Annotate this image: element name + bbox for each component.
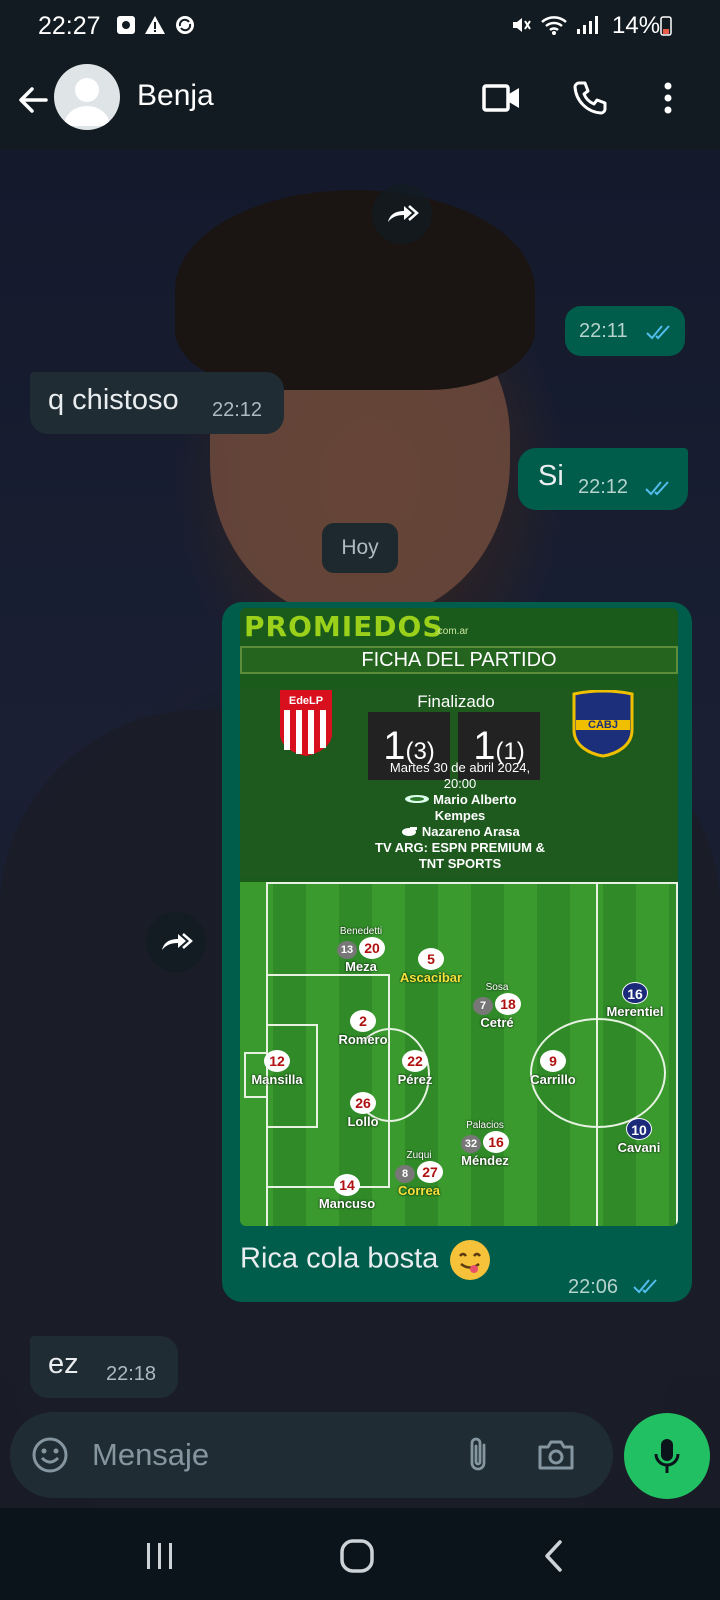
status-bar: 22:27 14% (0, 0, 720, 50)
player-cavani: 10 Cavani (594, 1118, 678, 1155)
player-merentiel: 16 Merentiel (590, 982, 678, 1019)
match-status: Finalizado (417, 692, 495, 711)
image-message[interactable]: PROMIEDOS .com.ar FICHA DEL PARTIDO EdeL… (222, 602, 692, 1302)
back-button[interactable] (530, 1532, 578, 1580)
tv-line1: TV ARG: ESPN PREMIUM & (375, 840, 545, 855)
video-call-button[interactable] (478, 74, 526, 122)
chat-header: Benja (0, 50, 720, 150)
home-button[interactable] (333, 1532, 381, 1580)
lineup-pitch: Benedetti 13 20 Meza 5 Ascacibar Sosa 7 18… (240, 882, 678, 1226)
message-outgoing[interactable]: 22:11 (565, 306, 685, 356)
yum-emoji-icon (450, 1240, 491, 1280)
message-time: 22:12 (578, 476, 629, 498)
battery-percent: 14% (612, 12, 661, 39)
tv-line2: TNT SPORTS (418, 856, 502, 871)
caption-text: Rica cola bosta (240, 1242, 439, 1275)
score-panel: EdeLP Finalizado 1(3) 1(1) CABJ Martes 3… (240, 688, 678, 878)
stadium-icon (404, 795, 429, 803)
emoji-icon (32, 1437, 68, 1473)
forward-icon (388, 205, 419, 222)
player-carrillo: 9 Carrillo (508, 1050, 598, 1087)
forward-icon (162, 933, 193, 950)
microphone-icon (654, 1439, 680, 1473)
recents-icon (147, 1543, 172, 1569)
promiedos-logo: PROMIEDOS (244, 610, 444, 643)
avatar[interactable] (54, 64, 120, 130)
camera-button[interactable] (532, 1431, 580, 1479)
phone-icon (573, 81, 607, 115)
mute-icon (513, 18, 531, 32)
voice-call-button[interactable] (566, 74, 614, 122)
player-cetre: Sosa 7 18 Cetré (452, 982, 542, 1030)
player-romero: 2 Romero (318, 1010, 408, 1047)
player-mansilla: 12 Mansilla (240, 1050, 322, 1087)
voice-record-button[interactable] (624, 1413, 710, 1499)
date-divider: Hoy (322, 523, 398, 573)
arrow-left-icon[interactable] (14, 80, 54, 120)
read-ticks-icon (646, 325, 670, 340)
status-time: 22:27 (38, 12, 101, 40)
wifi-icon (541, 16, 567, 35)
match-info: Martes 30 de abril 2024, 20:00 Mario Alb… (350, 760, 570, 872)
stadium-line1: Mario Alberto (350, 792, 570, 808)
video-camera-icon (482, 84, 519, 112)
whistle-icon (402, 827, 418, 836)
message-text: ez (48, 1348, 79, 1380)
message-time: 22:12 (212, 399, 263, 421)
match-sheet-title: FICHA DEL PARTIDO (240, 646, 678, 674)
sync-icon (176, 16, 194, 34)
warning-icon (145, 16, 165, 34)
message-text: q chistoso (48, 384, 179, 416)
player-lollo: 26 Lollo (318, 1092, 408, 1129)
message-time: 22:06 (568, 1276, 619, 1298)
home-shield-text: EdeLP (289, 695, 323, 707)
paperclip-icon (470, 1437, 486, 1471)
chat-area[interactable]: 22:11 q chistoso 22:12 Si 22:12 Hoy PROM… (0, 150, 720, 1508)
message-outgoing[interactable]: Si 22:12 (518, 448, 688, 510)
message-input[interactable]: Mensaje (92, 1437, 209, 1473)
camera-icon (538, 1440, 574, 1470)
battery-icon (660, 16, 672, 36)
message-incoming[interactable]: q chistoso 22:12 (30, 372, 284, 434)
message-composer[interactable]: Mensaje (10, 1412, 613, 1498)
player-mancuso: 14 Mancuso (302, 1174, 392, 1211)
match-time: 20:00 (443, 776, 477, 791)
emoji-button[interactable] (26, 1431, 74, 1479)
referee-line: Nazareno Arasa (350, 824, 570, 840)
message-incoming[interactable]: ez 22:18 (30, 1336, 178, 1398)
player-perez: 22 Pérez (370, 1050, 460, 1087)
match-date: Martes 30 de abril 2024, (389, 760, 531, 775)
read-ticks-icon (633, 1279, 657, 1294)
stadium-line2: Kempes (434, 808, 486, 823)
boca-shield-icon: CABJ (572, 690, 634, 758)
notification-photo-icon (117, 16, 135, 34)
home-icon (340, 1539, 374, 1573)
estudiantes-shield-icon: EdeLP (280, 690, 332, 756)
system-nav-bar (0, 1508, 720, 1600)
away-shield-text: CABJ (588, 719, 618, 731)
message-text: Si (538, 460, 564, 492)
chevron-left-icon (545, 1540, 562, 1572)
player-ascacibar: 5 Ascacibar (386, 948, 476, 985)
promiedos-domain: .com.ar (435, 626, 469, 637)
message-time: 22:11 (579, 320, 628, 342)
contact-name[interactable]: Benja (137, 79, 214, 113)
recent-apps-button[interactable] (136, 1532, 184, 1580)
default-avatar-icon (64, 78, 110, 126)
more-options-button[interactable] (654, 74, 682, 122)
image-caption: Rica cola bosta (240, 1240, 491, 1280)
wallpaper-hair (175, 190, 535, 390)
signal-icon (577, 16, 598, 34)
read-ticks-icon (645, 481, 669, 496)
more-vertical-icon (664, 82, 672, 114)
message-time: 22:18 (106, 1363, 157, 1385)
forward-button[interactable] (372, 184, 432, 244)
match-screenshot-image[interactable]: PROMIEDOS .com.ar FICHA DEL PARTIDO EdeL… (240, 608, 678, 1226)
attach-button[interactable] (454, 1431, 502, 1479)
forward-button[interactable] (146, 912, 206, 972)
